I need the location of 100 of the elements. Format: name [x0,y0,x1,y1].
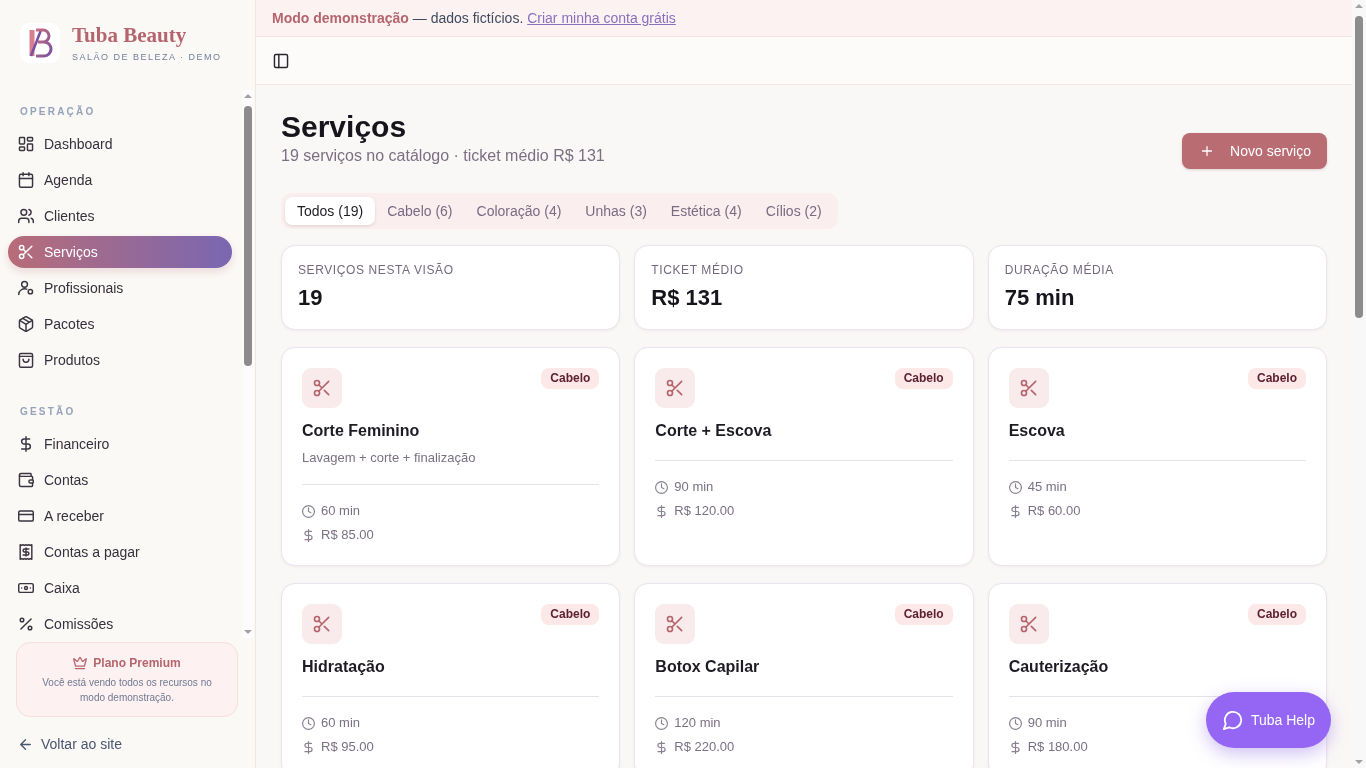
service-name: Corte + Escova [655,421,773,441]
service-name: Hidratação [302,657,386,677]
nav-item[interactable]: Financeiro [8,428,232,460]
page-subtitle: 19 serviços no catálogo · ticket médio R$ 131 [281,146,605,166]
clock-icon [1008,480,1022,494]
percent-icon [18,616,34,632]
dollar-icon [302,740,315,754]
nav-item[interactable]: Clientes [8,200,232,232]
clock-icon [302,716,315,730]
shopping-bag-icon [18,352,34,368]
nav-item[interactable]: Contas a pagar [8,536,232,568]
nav-item[interactable]: Dashboard [8,128,232,160]
new-service-button[interactable]: Novo serviço [1182,133,1327,169]
filter-tab[interactable]: Cabelo (6) [375,197,465,225]
section-label: GESTÃO [19,406,77,418]
service-duration: 90 min [1027,714,1067,732]
scissors-icon [655,604,696,644]
clock-icon [1008,716,1022,730]
stat-label: TICKET MÉDIO [651,262,745,278]
receipt-icon [18,544,34,560]
service-price: R$ 120.00 [674,502,735,520]
service-name: Botox Capilar [655,657,761,677]
scrollbar[interactable] [242,90,254,638]
scissors-icon [18,244,34,260]
wallet-icon [18,472,34,488]
box-icon [18,316,34,332]
stat-value: 19 [298,284,324,312]
arrow-left-icon [18,736,33,752]
clock-icon [655,716,669,730]
chat-bubble-icon [1222,710,1243,730]
category-badge: Cabelo [1248,604,1306,625]
stat-label: DURAÇÃO MÉDIA [1004,262,1115,278]
section-label: OPERAÇÃO [19,106,97,118]
nav-item[interactable]: Caixa [8,572,232,604]
service-price: R$ 60.00 [1027,502,1081,520]
stat-value: 75 min [1004,284,1076,312]
banner-text: Modo demonstração — dados fictícios. Criar minha conta grátis [272,10,676,26]
credit-card-icon [18,508,34,524]
nav-item[interactable]: Pacotes [8,308,232,340]
calendar-icon [18,172,34,188]
filter-tab[interactable]: Unhas (3) [573,197,659,225]
service-duration: 60 min [321,502,361,520]
brand-name: Tuba Beauty [72,23,188,46]
nav-item[interactable]: Comissões [8,608,232,638]
nav-item[interactable]: Profissionais [8,272,232,304]
category-badge: Cabelo [541,368,600,389]
brand-logo [20,23,60,63]
clock-icon [655,480,669,494]
dollar-icon [655,740,669,754]
service-name: Escova [1008,421,1066,441]
category-badge: Cabelo [894,604,953,625]
stat-value: R$ 131 [651,284,724,312]
sidebar-toggle-button[interactable] [272,51,290,70]
category-badge: Cabelo [1248,368,1306,389]
help-button[interactable]: Tuba Help [1205,692,1331,748]
scissors-icon [655,368,696,408]
service-price: R$ 95.00 [321,738,374,756]
dollar-icon [302,528,315,542]
banknote-icon [18,580,34,596]
service-name: Cauterização [1008,657,1110,677]
service-duration: 45 min [1027,478,1067,496]
service-duration: 90 min [674,478,714,496]
scissors-icon [1008,368,1049,408]
signup-link[interactable]: Criar minha conta grátis [527,10,676,26]
stat-label: SERVIÇOS NESTA VISÃO [298,262,455,278]
user-icon [18,280,34,296]
scrollbar[interactable] [1352,0,1366,768]
service-duration: 60 min [321,714,361,732]
dollar-icon [18,436,34,452]
scissors-icon [302,604,342,644]
service-price: R$ 220.00 [674,738,735,756]
brand-tagline: SALÃO DE BELEZA · DEMO [72,50,222,63]
page-title: Serviços [281,109,408,145]
service-price: R$ 85.00 [321,526,374,544]
plan-title: Plano Premium [93,655,181,671]
nav-item[interactable]: Serviços [8,236,232,268]
service-price: R$ 180.00 [1027,738,1088,756]
service-description: Lavagem + corte + finalização [302,449,477,467]
scissors-icon [1008,604,1049,644]
grid-icon [18,136,34,152]
nav-item[interactable]: Contas [8,464,232,496]
filter-tab[interactable]: Estética (4) [658,197,754,225]
category-badge: Cabelo [541,604,600,625]
back-link[interactable]: Voltar ao site [18,734,122,754]
service-name: Corte Feminino [302,421,421,441]
filter-tab[interactable]: Todos (19) [285,197,376,225]
service-duration: 120 min [674,714,721,732]
dollar-icon [655,504,669,518]
dollar-icon [1008,504,1022,518]
nav-item[interactable]: Agenda [8,164,232,196]
filter-tab[interactable]: Cílios (2) [753,197,834,225]
filter-tab[interactable]: Coloração (4) [464,197,574,225]
plus-icon [1200,144,1215,158]
dollar-icon [1008,740,1022,754]
nav-item[interactable]: Produtos [8,344,232,376]
users-icon [18,208,34,224]
category-badge: Cabelo [894,368,953,389]
nav-item[interactable]: A receber [8,500,232,532]
panel-left-icon [273,52,289,69]
crown-icon [73,656,88,670]
